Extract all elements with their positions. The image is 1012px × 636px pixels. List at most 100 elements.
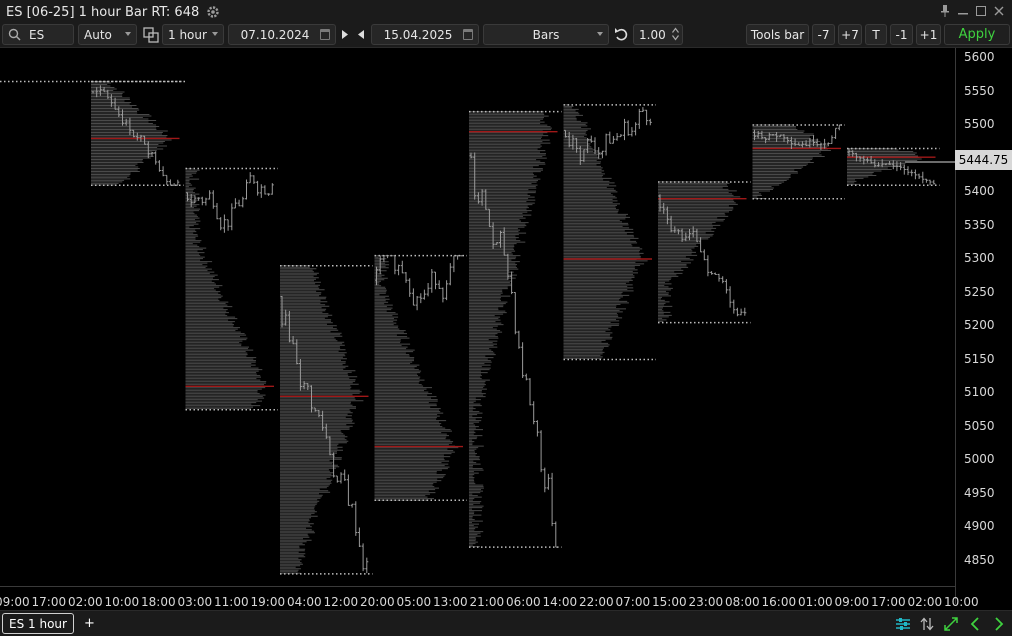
time-tick-label: 14:00: [542, 595, 578, 609]
interval-dropdown[interactable]: 1 hour: [162, 24, 224, 45]
price-axis[interactable]: 5600555055005450540053505300525052005150…: [955, 48, 1012, 604]
time-tick-label: 08:00: [725, 595, 760, 609]
price-bars: [375, 255, 463, 311]
chevron-down-icon: [212, 32, 218, 36]
minus7-button[interactable]: -7: [812, 24, 835, 45]
time-tick-label: 12:00: [323, 595, 359, 609]
t-button[interactable]: T: [865, 24, 887, 45]
time-tick-label: 21:00: [469, 595, 505, 609]
chart-area[interactable]: [0, 48, 955, 586]
time-tick-label: 07:00: [615, 595, 651, 609]
arrow-right-icon[interactable]: [990, 615, 1008, 633]
symbol-value: ES: [29, 27, 45, 42]
time-axis[interactable]: 09:0017:0002:0010:0018:0003:0011:0019:00…: [0, 586, 979, 610]
tab-es-1-hour[interactable]: ES 1 hour: [2, 613, 74, 634]
profile-histogram: [752, 124, 831, 199]
maximize-icon[interactable]: [974, 4, 988, 18]
time-tick-label: 01:00: [798, 595, 833, 609]
calendar-icon[interactable]: [320, 29, 330, 40]
calendar-icon[interactable]: [463, 29, 473, 40]
scale-value: 1.00: [639, 27, 666, 42]
title-bar: ES [06-25] 1 hour Bar RT: 648: [0, 0, 1012, 24]
price-tick-label: 4950: [964, 485, 995, 500]
time-tick-label: 06:00: [506, 595, 541, 609]
from-date-input[interactable]: 07.10.2024: [228, 24, 336, 45]
close-icon[interactable]: [992, 4, 1006, 18]
time-tick-label: 23:00: [688, 595, 724, 609]
ohlc-bars: [186, 172, 274, 233]
from-date-value: 07.10.2024: [240, 27, 310, 42]
price-tick-label: 5400: [964, 184, 995, 198]
time-tick-label: 02:00: [68, 595, 103, 609]
time-tick-label: 18:00: [141, 595, 176, 609]
time-tick-label: 10:00: [104, 595, 140, 609]
time-tick-label: 16:00: [761, 595, 797, 609]
back-icon[interactable]: [357, 30, 365, 39]
time-tick-label: 17:00: [31, 595, 67, 609]
profile-histogram: [847, 148, 922, 185]
price-tick-label: 4850: [964, 552, 995, 567]
pin-icon[interactable]: [938, 4, 952, 18]
to-date-input[interactable]: 15.04.2025: [371, 24, 479, 45]
add-tab-button[interactable]: +: [84, 616, 95, 631]
price-tick-label: 5350: [964, 217, 995, 232]
tools-bar-label: Tools bar: [750, 27, 805, 42]
time-tick-label: 05:00: [396, 595, 432, 609]
time-tick-label: 04:00: [287, 595, 322, 609]
plus7-label: +7: [841, 27, 859, 42]
apply-button[interactable]: Apply: [944, 24, 1010, 45]
price-tick-label: 5200: [964, 318, 995, 332]
time-tick-label: 02:00: [907, 595, 943, 609]
time-tick-label: 10:00: [944, 595, 979, 609]
scale-stepper[interactable]: 1.00: [633, 24, 683, 45]
volume-profile[interactable]: [280, 264, 373, 575]
link-icon[interactable]: [143, 27, 159, 43]
plus1-label: +1: [919, 27, 938, 42]
time-tick-label: 03:00: [177, 595, 213, 609]
price-bars: [186, 172, 274, 233]
play-icon[interactable]: [341, 30, 349, 39]
chart-canvas: [0, 80, 955, 575]
minus1-button[interactable]: -1: [890, 24, 913, 45]
tab-bar: ES 1 hour +: [0, 610, 1012, 636]
volume-profile[interactable]: [752, 124, 846, 200]
auto-label: Auto: [84, 27, 112, 42]
minus1-label: -1: [895, 27, 908, 42]
time-tick-label: 19:00: [250, 595, 286, 609]
price-tick-label: 4900: [964, 519, 995, 533]
profile-histogram: [469, 111, 552, 548]
time-tick-label: 09:00: [0, 595, 30, 609]
arrow-left-icon[interactable]: [966, 615, 984, 633]
profile-histogram: [280, 265, 364, 574]
sliders-icon[interactable]: [894, 615, 912, 633]
last-price-label: 5444.75: [955, 150, 1012, 170]
time-tick-label: 20:00: [360, 595, 395, 609]
plus7-button[interactable]: +7: [838, 24, 862, 45]
undo-icon[interactable]: [614, 27, 629, 42]
tools-bar-button[interactable]: Tools bar: [746, 24, 809, 45]
gear-icon[interactable]: [205, 4, 221, 20]
auto-dropdown[interactable]: Auto: [78, 24, 137, 45]
apply-label: Apply: [958, 27, 996, 42]
stepper-arrows-icon[interactable]: [672, 27, 679, 41]
chart-type-dropdown[interactable]: Bars: [483, 24, 609, 45]
tab-label: ES 1 hour: [9, 616, 67, 631]
time-tick-label: 09:00: [834, 595, 870, 609]
time-tick-label: 13:00: [433, 595, 468, 609]
price-tick-label: 5500: [964, 117, 995, 131]
sort-arrows-icon[interactable]: [918, 615, 936, 633]
price-tick-label: 5050: [964, 418, 995, 433]
time-tick-label: 11:00: [214, 595, 249, 609]
t-label: T: [872, 27, 880, 42]
plus1-button[interactable]: +1: [916, 24, 941, 45]
window-title: ES [06-25] 1 hour Bar RT: 648: [6, 4, 200, 20]
chevron-down-icon: [125, 32, 131, 36]
expand-icon[interactable]: [942, 615, 960, 633]
time-tick-label: 15:00: [652, 595, 687, 609]
profile-histogram: [658, 181, 741, 322]
profile-histogram: [374, 255, 459, 501]
volume-profile[interactable]: [374, 254, 468, 501]
symbol-input[interactable]: ES: [2, 24, 74, 45]
time-tick-label: 17:00: [871, 595, 906, 609]
minimize-icon[interactable]: [956, 4, 970, 18]
